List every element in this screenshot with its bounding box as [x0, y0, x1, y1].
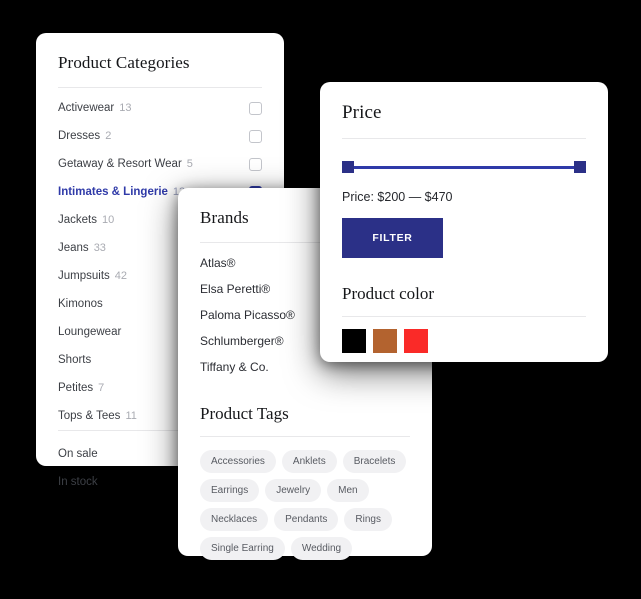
tag-pill[interactable]: Rings	[344, 508, 392, 531]
category-label-group: Kimonos	[58, 298, 103, 310]
category-count: 42	[114, 270, 128, 282]
category-count: 13	[119, 102, 132, 114]
price-divider	[342, 138, 586, 139]
product-color-section: Product color	[342, 284, 586, 353]
category-label: Petites	[58, 382, 94, 394]
tag-pill[interactable]: Accessories	[200, 450, 276, 473]
category-label: Jackets	[58, 214, 97, 226]
category-row[interactable]: Dresses 2	[58, 122, 262, 150]
category-label: Jumpsuits	[58, 270, 110, 282]
category-label: Intimates & Lingerie	[58, 186, 168, 198]
price-panel: Price Price: $200 — $470 FILTER Product …	[320, 82, 608, 362]
category-count: 7	[98, 382, 105, 394]
category-count: 5	[186, 158, 193, 170]
filter-panels-screenshot: Product Categories Activewear 13 Dresses 2 G…	[0, 0, 641, 599]
category-label-group: Tops & Tees 11	[58, 410, 137, 422]
category-count: 2	[105, 130, 112, 142]
brand-label: Tiffany & Co.	[200, 360, 269, 374]
brand-label: Schlumberger®	[200, 334, 284, 348]
tag-pill[interactable]: Pendants	[274, 508, 339, 531]
tag-pill[interactable]: Wedding	[290, 537, 353, 560]
price-readout: Price: $200 — $470	[342, 190, 453, 204]
price-slider-min-handle[interactable]	[342, 161, 354, 173]
tag-pill[interactable]: Bracelets	[342, 450, 407, 473]
price-title: Price	[342, 102, 382, 123]
category-label-group: Getaway & Resort Wear 5	[58, 158, 193, 170]
category-count: 11	[125, 410, 137, 422]
tag-pill[interactable]: Men	[327, 479, 369, 502]
product-categories-title: Product Categories	[58, 53, 190, 72]
tag-pill[interactable]: Earrings	[200, 479, 260, 502]
color-swatch-red[interactable]	[404, 329, 428, 353]
brand-label: Paloma Picasso®	[200, 308, 295, 322]
category-label-group: Dresses 2	[58, 130, 111, 142]
category-label-group: Loungewear	[58, 326, 121, 338]
tag-pill[interactable]: Single Earring	[200, 537, 285, 560]
category-label-group: Petites 7	[58, 382, 104, 394]
color-swatch-row	[342, 317, 586, 353]
category-checkbox[interactable]	[249, 157, 262, 171]
category-row[interactable]: Activewear 13	[58, 94, 262, 122]
category-label: Kimonos	[58, 298, 103, 310]
tag-pill[interactable]: Anklets	[281, 450, 337, 473]
product-tags-title: Product Tags	[200, 404, 289, 423]
tag-pill[interactable]: Necklaces	[200, 508, 269, 531]
category-label-group: Activewear 13	[58, 102, 132, 114]
product-color-title: Product color	[342, 284, 435, 303]
category-label: Dresses	[58, 130, 101, 142]
color-swatch-sienna[interactable]	[373, 329, 397, 353]
price-slider-max-handle[interactable]	[574, 161, 586, 173]
brand-label: Elsa Peretti®	[200, 282, 271, 296]
category-label-group: Jackets 10	[58, 214, 114, 226]
tag-cloud: Accessories Anklets Bracelets Earrings Jewel…	[200, 437, 410, 560]
category-count: 33	[93, 242, 106, 254]
category-label-group: Intimates & Lingerie13	[58, 186, 185, 198]
category-row[interactable]: Getaway & Resort Wear 5	[58, 150, 262, 178]
category-checkbox[interactable]	[249, 101, 262, 115]
category-checkbox[interactable]	[249, 129, 262, 143]
category-label: Shorts	[58, 354, 92, 366]
filter-button[interactable]: FILTER	[342, 218, 443, 258]
category-label: Tops & Tees	[58, 410, 121, 422]
category-label-group: Jumpsuits 42	[58, 270, 127, 282]
price-slider-track[interactable]	[342, 166, 586, 169]
product-tags-section: Product Tags Accessories Anklets Bracelets…	[200, 404, 410, 560]
price-range-slider[interactable]	[342, 161, 586, 173]
category-label: Jeans	[58, 242, 89, 254]
category-label-group: Shorts	[58, 354, 91, 366]
brand-label: Atlas®	[200, 256, 236, 270]
tag-pill[interactable]: Jewelry	[265, 479, 322, 502]
color-swatch-black[interactable]	[342, 329, 366, 353]
category-label: Loungewear	[58, 326, 122, 338]
category-label-group: Jeans 33	[58, 242, 106, 254]
category-label: Getaway & Resort Wear	[58, 158, 182, 170]
category-label: Activewear	[58, 102, 115, 114]
category-count: 10	[102, 214, 115, 226]
